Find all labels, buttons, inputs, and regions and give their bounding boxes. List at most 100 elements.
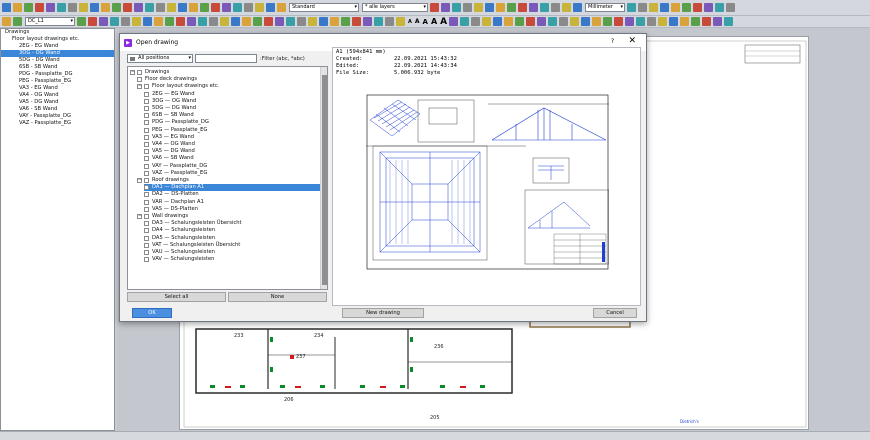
item-checkbox[interactable]	[144, 91, 149, 97]
item-checkbox[interactable]	[144, 142, 149, 147]
tree-item[interactable]: 5DG - DG Wand	[1, 57, 114, 64]
toolbar-tool-icon[interactable]	[286, 17, 295, 26]
toolbar-tool-icon[interactable]	[493, 17, 503, 26]
toolbar-tool-icon[interactable]	[319, 17, 328, 26]
toolbar-tool-icon[interactable]	[693, 3, 702, 12]
toolbar-tool-icon[interactable]	[13, 17, 22, 26]
toolbar-tool-icon[interactable]	[90, 3, 99, 12]
list-item[interactable]: VAR — Dachplan A1	[144, 199, 320, 206]
text-size-button[interactable]: A	[415, 18, 420, 25]
toolbar-tool-icon[interactable]	[101, 3, 110, 12]
list-group[interactable]: − Floor layout drawings etc.	[137, 83, 320, 90]
toolbar-tool-icon[interactable]	[482, 17, 492, 26]
item-checkbox[interactable]	[144, 250, 149, 255]
toolbar-tool-icon[interactable]	[99, 17, 108, 26]
toolbar-tool-icon[interactable]	[638, 3, 647, 12]
list-item[interactable]: VA5 — DG Wand	[144, 148, 320, 155]
toolbar-tool-icon[interactable]	[396, 17, 405, 26]
toolbar-tool-icon[interactable]	[233, 3, 242, 12]
toolbar-tool-icon[interactable]	[189, 3, 198, 12]
item-checkbox[interactable]	[144, 228, 149, 234]
list-item[interactable]: 6SB — SB Wand	[144, 112, 320, 119]
item-checkbox[interactable]	[144, 206, 149, 212]
list-item[interactable]: VAY — Passplatte_DG	[144, 163, 320, 170]
toolbar-tool-icon[interactable]	[154, 17, 163, 26]
item-checkbox[interactable]	[144, 106, 149, 111]
toolbar-tool-icon[interactable]	[430, 3, 439, 12]
toolbar-tool-icon[interactable]	[474, 3, 483, 12]
toolbar-tool-icon[interactable]	[704, 3, 713, 12]
list-group[interactable]: − Drawings	[130, 69, 320, 76]
toolbar-tool-icon[interactable]	[504, 17, 514, 26]
list-item[interactable]: DA4 — Schalungsleisten	[144, 227, 320, 234]
toolbar-tool-icon[interactable]	[627, 3, 636, 12]
toolbar-tool-icon[interactable]	[79, 3, 88, 12]
toolbar-tool-icon[interactable]	[156, 3, 165, 12]
toolbar-tool-icon[interactable]	[726, 3, 735, 12]
toolbar-tool-icon[interactable]	[77, 17, 86, 26]
toolbar-tool-icon[interactable]	[548, 17, 558, 26]
drawing-select[interactable]: DC_L1 ▾	[25, 17, 75, 26]
item-checkbox[interactable]	[144, 235, 149, 241]
item-checkbox[interactable]	[144, 163, 149, 169]
item-checkbox[interactable]	[144, 170, 149, 176]
list-item[interactable]: 5DG — DG Wand	[144, 105, 320, 112]
toolbar-tool-icon[interactable]	[209, 17, 218, 26]
toolbar-tool-icon[interactable]	[682, 3, 691, 12]
toolbar-tool-icon[interactable]	[463, 3, 472, 12]
item-checkbox[interactable]	[144, 178, 149, 183]
toolbar-tool-icon[interactable]	[658, 17, 668, 26]
item-checkbox[interactable]	[144, 120, 149, 126]
tree-item[interactable]: VA5 - DG Wand	[1, 99, 114, 106]
toolbar-tool-icon[interactable]	[518, 3, 527, 12]
vertical-scrollbar[interactable]	[320, 67, 327, 289]
toolbar-tool-icon[interactable]	[134, 3, 143, 12]
toolbar-tool-icon[interactable]	[167, 3, 176, 12]
toolbar-tool-icon[interactable]	[222, 3, 231, 12]
toolbar-tool-icon[interactable]	[200, 3, 209, 12]
list-item[interactable]: VAV — Schalungsleisten	[144, 256, 320, 263]
toolbar-tool-icon[interactable]	[121, 17, 130, 26]
toolbar-tool-icon[interactable]	[2, 17, 11, 26]
toolbar-tool-icon[interactable]	[715, 3, 724, 12]
toolbar-tool-icon[interactable]	[244, 3, 253, 12]
list-group[interactable]: − Wall drawings	[137, 213, 320, 220]
list-item[interactable]: DA3 — Schalungsleisten Übersicht	[144, 220, 320, 227]
tree-item[interactable]: 6SB - SB Wand	[1, 64, 114, 71]
list-item[interactable]: VAZ — Passplatte_EG	[144, 170, 320, 177]
toolbar-tool-icon[interactable]	[702, 17, 712, 26]
toolbar-tool-icon[interactable]	[145, 3, 154, 12]
list-item[interactable]: DA2 — DS-Platten	[144, 191, 320, 198]
item-checkbox[interactable]	[144, 84, 149, 90]
toolbar-tool-icon[interactable]	[46, 3, 55, 12]
list-group[interactable]: Floor deck drawings	[137, 76, 320, 83]
ok-button[interactable]: OK	[132, 308, 172, 318]
toolbar-tool-icon[interactable]	[441, 3, 450, 12]
tree-item[interactable]: Floor layout drawings etc.	[1, 36, 114, 43]
text-size-button[interactable]: A	[423, 18, 428, 26]
toolbar-tool-icon[interactable]	[220, 17, 229, 26]
toolbar-tool-icon[interactable]	[449, 17, 459, 26]
toolbar-tool-icon[interactable]	[266, 3, 275, 12]
tree-item[interactable]: PEG - Passplatte_EG	[1, 78, 114, 85]
style-select[interactable]: Standard ▾	[289, 3, 359, 12]
tree-item[interactable]: VA3 - EG Wand	[1, 85, 114, 92]
toolbar-tool-icon[interactable]	[647, 17, 657, 26]
toolbar-tool-icon[interactable]	[452, 3, 461, 12]
toolbar-tool-icon[interactable]	[110, 17, 119, 26]
toolbar-tool-icon[interactable]	[385, 17, 394, 26]
collapse-toggle-icon[interactable]: −	[137, 214, 142, 219]
tree-item[interactable]: VA4 - OG Wand	[1, 92, 114, 99]
collapse-toggle-icon[interactable]: −	[137, 84, 142, 90]
scrollbar-thumb[interactable]	[322, 75, 327, 285]
toolbar-tool-icon[interactable]	[24, 3, 33, 12]
collapse-toggle-icon[interactable]: −	[137, 178, 142, 183]
toolbar-tool-icon[interactable]	[691, 17, 701, 26]
text-size-button[interactable]: A	[431, 17, 437, 26]
toolbar-tool-icon[interactable]	[165, 17, 174, 26]
toolbar-tool-icon[interactable]	[660, 3, 669, 12]
toolbar-tool-icon[interactable]	[123, 3, 132, 12]
toolbar-tool-icon[interactable]	[614, 17, 624, 26]
toolbar-tool-icon[interactable]	[526, 17, 536, 26]
list-item[interactable]: VAT — Schalungsleisten Übersicht	[144, 242, 320, 249]
